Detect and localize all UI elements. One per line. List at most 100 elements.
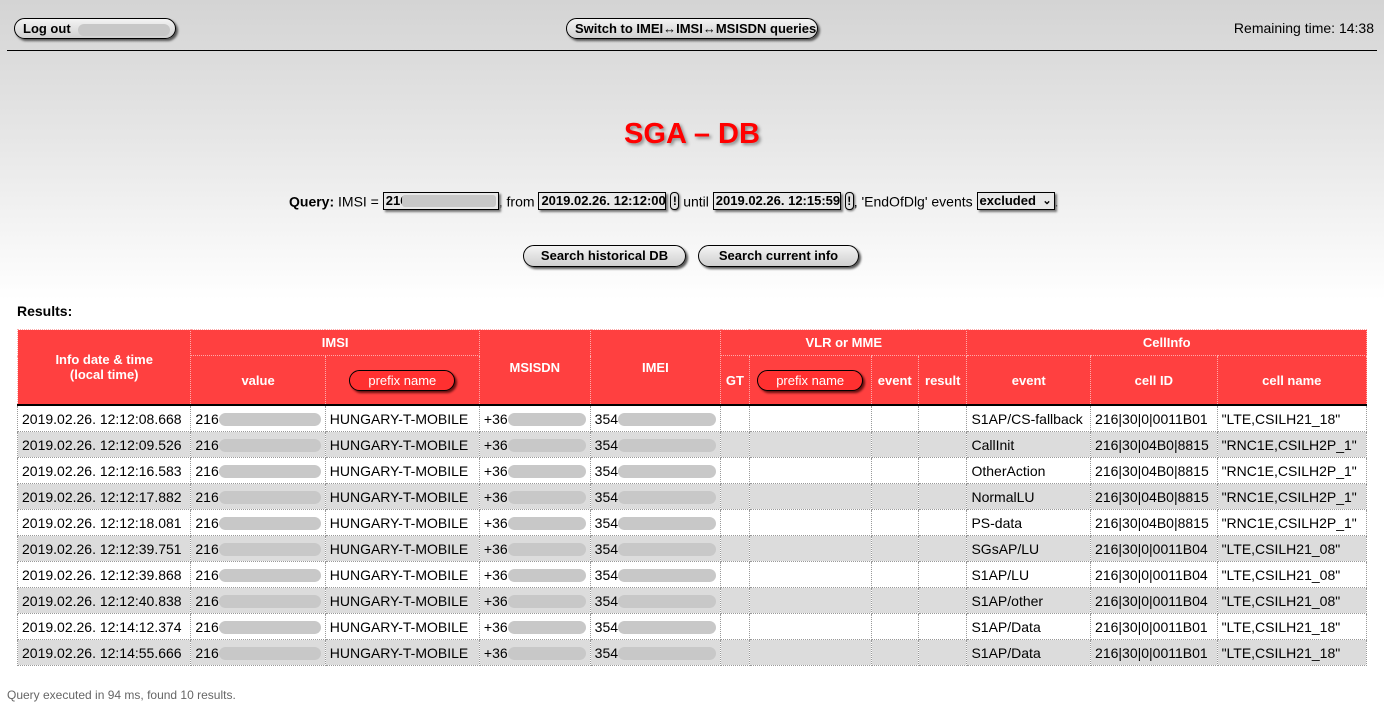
row-cell-name-text: "RNC1E,CSILH2P_1" <box>1221 488 1357 505</box>
header-cell-name: cell name <box>1216 355 1368 406</box>
row-time-text: 2019.02.26. 12:12:39.751 <box>22 540 182 557</box>
row-imei-redaction <box>618 621 717 635</box>
row-imsi-redaction <box>218 569 321 583</box>
row-imei-text: 354 <box>594 566 619 583</box>
row-vlr-prefix <box>748 561 872 588</box>
switch-query-button[interactable]: Switch to IMEI↔IMSI↔MSISDN queries <box>566 18 818 39</box>
row-msisdn-redaction <box>507 439 586 453</box>
row-cell-name-text: "LTE,CSILH21_18" <box>1221 644 1341 661</box>
search-historical-button[interactable]: Search historical DB <box>523 245 686 267</box>
row-imsi-text: 216 <box>195 592 219 609</box>
row-time-text: 2019.02.26. 12:14:12.374 <box>22 618 182 635</box>
until-date-input[interactable]: 2019.02.26. 12:15:59 <box>712 192 841 211</box>
row-vlr-result <box>917 457 968 484</box>
row-cell-name: "LTE,CSILH21_08" <box>1216 587 1368 614</box>
row-time: 2019.02.26. 12:12:17.882 <box>16 483 192 510</box>
row-imei-text: 354 <box>594 462 619 479</box>
vlr-prefix-name-button[interactable]: prefix name <box>757 369 864 391</box>
row-msisdn: +36 <box>478 587 591 614</box>
row-cell-id: 216|30|0|0011B04 <box>1090 535 1218 562</box>
row-time: 2019.02.26. 12:14:55.666 <box>16 639 192 666</box>
row-imei-redaction <box>618 439 717 453</box>
row-cell-event-text: SGsAP/LU <box>971 540 1040 557</box>
row-time-text: 2019.02.26. 12:12:39.868 <box>22 566 182 583</box>
until-now-button[interactable]: ! <box>844 192 854 211</box>
row-vlr-event <box>870 535 919 562</box>
row-imei-text: 354 <box>594 644 619 661</box>
table-row: 2019.02.26. 12:12:08.668 216 HUNGARY-T-MOB… <box>16 404 1368 432</box>
row-imsi-prefix-text: HUNGARY-T-MOBILE <box>329 592 469 609</box>
row-imsi-text: 216 <box>195 618 219 635</box>
row-imsi-prefix-text: HUNGARY-T-MOBILE <box>329 436 469 453</box>
row-vlr-event <box>870 431 919 458</box>
header-divider <box>7 50 1377 51</box>
row-vlr-prefix <box>748 404 872 432</box>
row-vlr-prefix <box>748 587 872 614</box>
row-imsi-text: 216 <box>195 566 219 583</box>
header-vlr-mme: VLR or MME <box>720 329 968 356</box>
query-stats: Query executed in 94 ms, found 10 result… <box>7 688 236 702</box>
top-bar: Log out Switch to IMEI↔IMSI↔MSISDN queri… <box>0 0 1384 52</box>
row-imsi-redaction <box>218 465 321 479</box>
row-msisdn-redaction <box>507 569 586 583</box>
from-now-button[interactable]: ! <box>670 192 680 211</box>
row-imei: 354 <box>589 457 722 484</box>
row-msisdn-text: +36 <box>483 540 508 557</box>
header-msisdn: MSISDN <box>478 329 591 406</box>
row-vlr-result <box>917 587 968 614</box>
row-cell-id-text: 216|30|0|0011B04 <box>1095 540 1208 557</box>
row-imei-redaction <box>618 595 717 609</box>
endofdlg-select[interactable]: excluded ⌄ <box>976 192 1055 211</box>
row-cell-event: S1AP/other <box>966 587 1092 614</box>
page-title: SGA – DB <box>624 118 760 150</box>
row-cell-name: "LTE,CSILH21_18" <box>1216 404 1368 432</box>
row-vlr-result <box>917 431 968 458</box>
row-msisdn-redaction <box>507 413 586 427</box>
events-label: , 'EndOfDlg' events <box>853 193 973 210</box>
row-msisdn-text: +36 <box>483 462 508 479</box>
row-imei: 354 <box>589 587 722 614</box>
row-cell-event-text: CallInit <box>971 436 1015 453</box>
row-imei-text: 354 <box>594 592 619 609</box>
logout-button[interactable]: Log out <box>14 18 176 39</box>
row-cell-name: "RNC1E,CSILH2P_1" <box>1216 509 1368 536</box>
row-cell-id-text: 216|30|0|0011B04 <box>1095 592 1208 609</box>
row-imsi-text: 216 <box>195 514 219 531</box>
row-imsi-redaction <box>218 543 321 557</box>
row-msisdn-text: +36 <box>483 410 508 427</box>
header-cellinfo: CellInfo <box>966 329 1367 356</box>
imsi-input[interactable]: 216 <box>382 192 499 211</box>
row-vlr-gt <box>720 639 750 666</box>
imsi-prefix-name-button[interactable]: prefix name <box>349 369 456 391</box>
row-cell-id: 216|30|04B0|8815 <box>1090 483 1218 510</box>
row-imei-redaction <box>618 465 717 479</box>
table-row: 2019.02.26. 12:12:18.081 216 HUNGARY-T-MOB… <box>16 509 1368 536</box>
row-imsi-prefix: HUNGARY-T-MOBILE <box>324 613 480 640</box>
row-imsi-prefix-text: HUNGARY-T-MOBILE <box>329 488 469 505</box>
row-cell-event: S1AP/Data <box>966 639 1092 666</box>
row-cell-name: "RNC1E,CSILH2P_1" <box>1216 483 1368 510</box>
row-cell-event-text: S1AP/Data <box>971 618 1041 635</box>
row-msisdn-text: +36 <box>483 514 508 531</box>
row-imsi-prefix-text: HUNGARY-T-MOBILE <box>329 644 469 661</box>
row-imsi: 216 <box>190 509 326 536</box>
search-current-button[interactable]: Search current info <box>698 245 859 267</box>
row-msisdn: +36 <box>478 404 591 432</box>
query-label: Query: <box>289 193 335 210</box>
row-cell-event: SGsAP/LU <box>966 535 1092 562</box>
endofdlg-selected-value: excluded <box>979 193 1036 209</box>
row-vlr-gt <box>720 613 750 640</box>
row-imei: 354 <box>589 431 722 458</box>
row-vlr-event <box>870 483 919 510</box>
row-msisdn-redaction <box>507 595 586 609</box>
row-imsi: 216 <box>190 457 326 484</box>
from-date-input[interactable]: 2019.02.26. 12:12:00 <box>538 192 667 211</box>
row-cell-event-text: S1AP/CS-fallback <box>971 410 1083 427</box>
row-imei: 354 <box>589 404 722 432</box>
chevron-down-icon: ⌄ <box>1042 195 1052 208</box>
row-msisdn-text: +36 <box>483 644 508 661</box>
row-cell-event: CallInit <box>966 431 1092 458</box>
row-imsi-text: 216 <box>195 488 219 505</box>
row-time-text: 2019.02.26. 12:12:40.838 <box>22 592 182 609</box>
row-time: 2019.02.26. 12:12:40.838 <box>16 587 192 614</box>
